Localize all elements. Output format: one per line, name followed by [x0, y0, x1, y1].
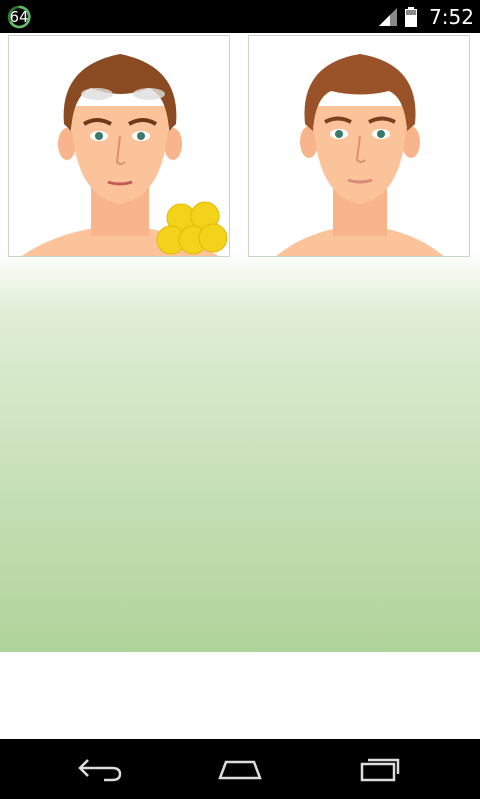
face-after-card[interactable] — [248, 35, 470, 257]
notification-count: 64 — [9, 8, 29, 26]
home-button[interactable] — [205, 749, 275, 789]
ad-area — [0, 652, 480, 739]
battery-icon — [405, 6, 418, 27]
signal-icon — [379, 7, 398, 26]
face-before-card[interactable] — [8, 35, 230, 257]
home-icon — [218, 760, 262, 780]
recent-apps-button[interactable] — [345, 749, 415, 789]
back-icon — [78, 759, 122, 782]
status-bar: 64 7:52 — [0, 0, 480, 33]
main-content — [0, 33, 480, 652]
face-with-gray-hair-and-pores-icon — [21, 54, 228, 256]
navigation-bar — [0, 739, 480, 799]
notification-badge: 64 — [7, 5, 31, 29]
face-clean-skin-icon — [276, 54, 444, 256]
recent-apps-icon — [360, 758, 400, 782]
back-button[interactable] — [65, 749, 135, 789]
clock: 7:52 — [429, 4, 474, 29]
